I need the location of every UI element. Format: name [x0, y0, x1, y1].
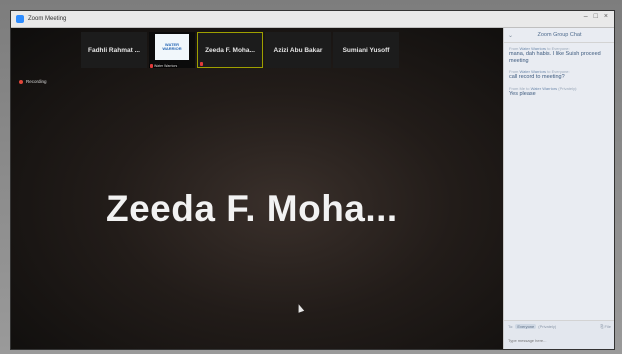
to-label: To: [508, 324, 514, 329]
chat-message: From Me to Water Warriors (Privately): Y… [509, 86, 610, 98]
chat-sender: Water Warriors [530, 85, 558, 91]
participant-tile[interactable]: Fadhli Rahmat ... [81, 32, 147, 68]
mic-muted-icon [150, 64, 153, 68]
chat-message: From Water Warriors to Everyone: call re… [509, 69, 610, 81]
file-button[interactable]: ⎘ File [600, 324, 611, 329]
chevron-down-icon[interactable]: ⌄ [508, 32, 513, 39]
chat-message-text: mana, dah habis. I like Suish proceed me… [509, 51, 601, 64]
window-controls: – □ × [584, 13, 608, 20]
logo-text: WATER WARRIOR [162, 41, 182, 51]
water-warrior-logo: WATER WARRIOR [155, 34, 189, 60]
mic-muted-icon [200, 62, 203, 66]
participant-tile[interactable]: Azizi Abu Bakar [265, 32, 331, 68]
file-label: File [604, 324, 611, 329]
chat-message-text: call record to meeting? [509, 74, 565, 80]
chat-message-text: Yes please [509, 90, 536, 97]
participant-name: Fadhli Rahmat ... [87, 46, 140, 54]
maximize-button[interactable]: □ [594, 13, 598, 20]
window-title: Zoom Meeting [28, 16, 67, 22]
participant-name: Zeeda F. Moha... [205, 46, 255, 54]
participant-name: Sumiani Yusoff [342, 46, 390, 54]
participant-tile-active[interactable]: Zeeda F. Moha... [197, 32, 263, 68]
chat-header: ⌄ Zoom Group Chat [504, 28, 614, 43]
participant-tile[interactable]: Sumiani Yusoff [333, 32, 399, 68]
participant-label: Water Warriors [149, 64, 179, 68]
recording-indicator: Recording [19, 79, 47, 84]
chat-message-list: From Water Warriors to Everyone: mana, d… [504, 43, 614, 105]
recipient-select[interactable]: Everyone [515, 324, 537, 329]
participant-filmstrip: Fadhli Rahmat ... WATER WARRIOR Water Wa… [81, 32, 399, 68]
mouse-cursor-icon [295, 303, 305, 313]
file-icon: ⎘ [600, 324, 604, 329]
zoom-app-icon [16, 15, 24, 23]
participant-tile-video[interactable]: WATER WARRIOR Water Warriors [149, 32, 195, 68]
chat-message: From Water Warriors to Everyone: mana, d… [509, 46, 610, 64]
close-button[interactable]: × [604, 13, 608, 20]
recording-dot-icon [19, 79, 23, 84]
chat-message-input[interactable] [508, 336, 608, 345]
chat-composer: To: Everyone (Privately) ⎘ File [504, 320, 614, 349]
recipient-row: To: Everyone (Privately) ⎘ File [504, 321, 614, 329]
title-bar: Zoom Meeting – □ × [11, 11, 614, 28]
active-speaker-name: Zeeda F. Moha... [106, 188, 398, 229]
privately-label: (Privately) [538, 324, 557, 329]
minimize-button[interactable]: – [584, 13, 588, 20]
chat-title: Zoom Group Chat [537, 32, 582, 38]
meeting-view: Fadhli Rahmat ... WATER WARRIOR Water Wa… [11, 28, 503, 349]
participant-name: Azizi Abu Bakar [273, 46, 323, 54]
zoom-window: Zoom Meeting – □ × Fadhli Rahmat ... WAT… [10, 10, 615, 350]
participant-name: Water Warriors [154, 64, 178, 68]
recording-label: Recording [26, 79, 47, 84]
chat-panel: ⌄ Zoom Group Chat From Water Warriors to… [503, 28, 614, 349]
